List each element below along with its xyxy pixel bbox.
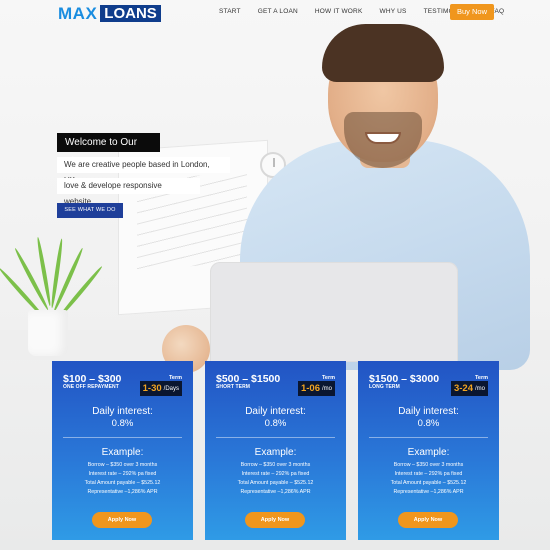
term-badge: 3-24 /mo <box>450 381 488 396</box>
term-unit: /mo <box>474 385 485 392</box>
loan-card-large: $1500 – $3000 LONG TERM Term 3-24 /mo Da… <box>358 361 499 540</box>
example-line: Interest rate – 292% pa fixed <box>88 471 157 477</box>
example-line: Interest rate – 292% pa fixed <box>241 471 310 477</box>
term-value: 1-30 <box>142 383 162 394</box>
nav-why-us[interactable]: WHY US <box>379 8 406 15</box>
term-badge: 1-06 /mo <box>297 381 335 396</box>
term-badge: 1-30 /Days <box>139 381 182 396</box>
daily-interest-label: Daily interest: <box>398 406 459 417</box>
example-line: Borrow – $350 over 3 months <box>393 462 464 468</box>
daily-interest-label: Daily interest: <box>245 406 306 417</box>
card-divider <box>63 437 182 438</box>
example-line: Total Amount payable – $525.12 <box>237 480 314 486</box>
hero-description-line-1: We are creative people based in London, … <box>57 157 230 185</box>
loan-type: ONE OFF REPAYMENT <box>63 384 119 390</box>
daily-interest-value: 0.8% <box>111 418 134 429</box>
laptop <box>210 262 458 362</box>
nav-start[interactable]: START <box>219 8 241 15</box>
example-line: Representative –1,286% APR <box>87 489 158 495</box>
loan-type: SHORT TERM <box>216 384 251 390</box>
daily-interest-value: 0.8% <box>417 418 440 429</box>
example-line: Borrow – $350 over 3 months <box>87 462 158 468</box>
example-line: Borrow – $350 over 3 months <box>240 462 311 468</box>
example-line: Representative –1,286% APR <box>240 489 311 495</box>
example-line: Total Amount payable – $525.12 <box>84 480 161 486</box>
card-divider <box>216 437 335 438</box>
example-title: Example: <box>101 447 144 458</box>
site-logo[interactable]: MAX LOANS <box>58 3 161 23</box>
term-unit: /mo <box>321 385 332 392</box>
apply-now-button[interactable]: Apply Now <box>92 512 152 528</box>
card-divider <box>369 437 488 438</box>
term-unit: /Days <box>163 385 179 392</box>
apply-now-button[interactable]: Apply Now <box>398 512 458 528</box>
example-line: Representative –1,286% APR <box>393 489 464 495</box>
example-line: Interest rate – 292% pa fixed <box>394 471 463 477</box>
loan-type: LONG TERM <box>369 384 400 390</box>
daily-interest-label: Daily interest: <box>92 406 153 417</box>
daily-interest-value: 0.8% <box>264 418 287 429</box>
example-title: Example: <box>254 447 297 458</box>
loan-card-medium: $500 – $1500 SHORT TERM Term 1-06 /mo Da… <box>205 361 346 540</box>
welcome-heading: Welcome to Our Site <box>57 133 160 167</box>
nav-how-it-work[interactable]: HOW IT WORK <box>315 8 363 15</box>
loan-card-small: $100 – $300 ONE OFF REPAYMENT Term 1-30 … <box>52 361 193 540</box>
see-what-we-do-button[interactable]: SEE WHAT WE DO <box>57 203 123 218</box>
nav-get-a-loan[interactable]: GET A LOAN <box>258 8 298 15</box>
apply-now-button[interactable]: Apply Now <box>245 512 305 528</box>
hero-description-line-2: love & develope responsive website. <box>57 178 200 206</box>
term-value: 1-06 <box>300 383 320 394</box>
term-value: 3-24 <box>453 383 473 394</box>
example-line: Total Amount payable – $525.12 <box>390 480 467 486</box>
site-header: MAX LOANS START GET A LOAN HOW IT WORK W… <box>0 0 550 26</box>
example-title: Example: <box>407 447 450 458</box>
logo-loans-text: LOANS <box>100 5 161 22</box>
logo-max-text: MAX <box>58 3 98 23</box>
buy-now-button[interactable]: Buy Now <box>450 4 494 20</box>
